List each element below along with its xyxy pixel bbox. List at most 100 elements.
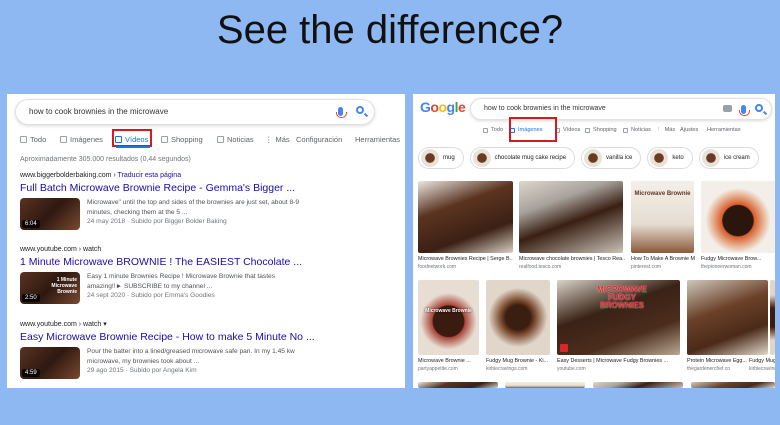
chip-keto[interactable]: keto [647, 147, 693, 169]
tab-herramientas[interactable]: Herramientas [355, 135, 401, 144]
image-source: thepioneerwoman.com [701, 264, 752, 270]
image-result[interactable]: Microwave Brownie [418, 280, 479, 355]
image-result[interactable] [505, 382, 585, 388]
result-title-link[interactable]: Full Batch Microwave Brownie Recipe - Ge… [20, 182, 400, 194]
image-source: kirbiecravings.com [486, 366, 528, 372]
result-snippet: Easy 1 minute Brownies Recipe ! Microwav… [87, 273, 276, 280]
tab-mas[interactable]: ⋮ Más [656, 127, 680, 133]
tab-ajustes[interactable]: Ajustes [680, 127, 707, 133]
result-meta: 29 ago 2015 · Subido por Angela Kim [87, 367, 197, 374]
chip-mug[interactable]: mug [418, 147, 464, 169]
image-icon [60, 136, 67, 143]
tab-shopping[interactable]: Shopping [161, 135, 217, 144]
tab-configuracion[interactable]: Configuración [296, 135, 355, 144]
chip-chocolate-mug-cake[interactable]: chocolate mug cake recipe [469, 147, 576, 169]
image-result[interactable] [770, 280, 775, 355]
image-caption[interactable]: Microwave Brownies Recipe | Serge B... [418, 256, 513, 262]
image-result[interactable] [687, 280, 768, 355]
tab-todo[interactable]: Todo [483, 127, 510, 133]
tab-todo[interactable]: Todo [20, 135, 60, 144]
image-result[interactable]: Microwave Brownie [631, 181, 694, 253]
more-icon: ⋮ [656, 127, 662, 133]
video-thumbnail[interactable]: 4:59 [20, 347, 80, 379]
tag-icon [161, 136, 168, 143]
image-result[interactable]: MICROWAVE FUDGY BROWNIES [557, 280, 680, 355]
tab-noticias[interactable]: Noticias [217, 135, 265, 144]
image-source: pinterest.com [631, 264, 662, 270]
image-result[interactable] [519, 181, 623, 253]
camera-icon[interactable] [723, 105, 732, 112]
related-chips: mug chocolate mug cake recipe vanilla ic… [418, 147, 759, 169]
chip-thumbnail [421, 149, 439, 167]
image-caption[interactable]: Fudgy Mug Brownie - Ki... [486, 358, 552, 364]
search-icon[interactable] [356, 106, 364, 114]
image-source: foodnetwork.com [418, 264, 457, 270]
search-query[interactable]: how to cook brownies in the microwave [484, 105, 606, 112]
mic-icon[interactable] [336, 107, 347, 118]
image-result[interactable] [593, 382, 683, 388]
image-overlay-text: Microwave Brownie [634, 191, 691, 197]
result-title-link[interactable]: Easy Microwave Brownie Recipe - How to m… [20, 331, 400, 343]
video-duration: 2:50 [22, 294, 40, 302]
thumbnail-caption: 1 Minute Microwave Brownie [51, 277, 77, 295]
image-caption[interactable]: Easy Desserts | Microwave Fudgy Brownies… [557, 358, 681, 364]
result-url: www.youtube.com › watch [20, 321, 102, 328]
tab-herramientas[interactable]: Herramientas [707, 127, 743, 133]
google-logo[interactable]: Google [420, 99, 466, 115]
tab-videos[interactable]: Vídeos [555, 127, 585, 133]
image-result[interactable] [701, 181, 775, 253]
image-overlay-text: MICROWAVE FUDGY BROWNIES [597, 285, 647, 310]
mic-icon[interactable] [739, 105, 750, 116]
result-snippet: minutes, checking them at the 5 ... [87, 208, 188, 216]
result-title-link[interactable]: 1 Minute Microwave BROWNIE ! The EASIEST… [20, 256, 400, 268]
highlight-box [112, 129, 152, 147]
chip-thumbnail [584, 149, 603, 167]
video-result: www.youtube.com › watch 1 Minute Microwa… [20, 246, 400, 304]
image-caption[interactable]: Fudgy Microwave Brow... [701, 256, 775, 262]
image-caption[interactable]: How To Make A Brownie Mi... [631, 256, 695, 262]
chip-ice-cream[interactable]: ice cream [698, 147, 759, 169]
image-caption[interactable]: Fudgy Mug Brownie ... [749, 358, 775, 364]
image-source: thegardenerchef.co [687, 366, 731, 372]
youtube-logo-icon [560, 344, 568, 352]
news-icon [623, 127, 628, 133]
tab-noticias[interactable]: Noticias [623, 127, 656, 133]
image-caption[interactable]: Protein Microwave Egg... [687, 358, 747, 364]
image-source: youtube.com [557, 366, 586, 372]
video-thumbnail[interactable]: 6:04 [20, 198, 80, 230]
search-icon [483, 127, 488, 133]
image-result[interactable] [418, 181, 513, 253]
dropdown-arrow-icon[interactable]: ▾ [103, 321, 107, 328]
result-snippet: Microwave" until the top and sides of th… [87, 199, 299, 206]
tab-mas[interactable]: ⋮ Más [265, 135, 296, 144]
image-results-screenshot: Google how to cook brownies in the micro… [413, 94, 775, 388]
translate-link[interactable]: › Traducir esta página [113, 172, 181, 179]
video-thumbnail[interactable]: 1 Minute Microwave Brownie 2:50 [20, 272, 80, 304]
search-icon [20, 136, 27, 143]
image-result[interactable] [691, 382, 775, 388]
image-source: realfood.tesco.com [519, 264, 562, 270]
result-snippet: Pour the batter into a lined/greased mic… [87, 348, 295, 355]
search-icon[interactable] [755, 104, 763, 112]
result-url: www.youtube.com › watch [20, 246, 102, 253]
highlight-box [509, 117, 557, 142]
image-result[interactable] [418, 382, 498, 388]
chip-thumbnail [701, 149, 720, 167]
video-result: www.biggerbolderbaking.com › Traducir es… [20, 172, 400, 230]
image-caption[interactable]: Microwave Brownie ... [418, 358, 480, 364]
chip-vanilla-ice[interactable]: vanilla ice [581, 147, 642, 169]
search-box[interactable]: how to cook brownies in the microwave [15, 99, 375, 125]
image-caption[interactable]: Microwave chocolate brownies | Tesco Rea… [519, 256, 625, 262]
search-query[interactable]: how to cook brownies in the microwave [29, 107, 168, 116]
image-result[interactable] [486, 280, 550, 355]
tab-shopping[interactable]: Shopping [585, 127, 623, 133]
result-meta: 24 may 2018 · Subido por Bigger Bolder B… [87, 218, 227, 225]
image-source: kirbiecravings.com [749, 366, 775, 372]
video-duration: 4:59 [22, 369, 40, 377]
result-stats: Aproximadamente 305.000 resultados (0,44… [20, 156, 191, 163]
video-duration: 6:04 [22, 220, 40, 228]
image-source: partyappetite.com [418, 366, 458, 372]
tag-icon [585, 127, 590, 133]
tab-imagenes[interactable]: Imágenes [60, 135, 115, 144]
video-result: www.youtube.com › watch ▾ Easy Microwave… [20, 320, 400, 379]
